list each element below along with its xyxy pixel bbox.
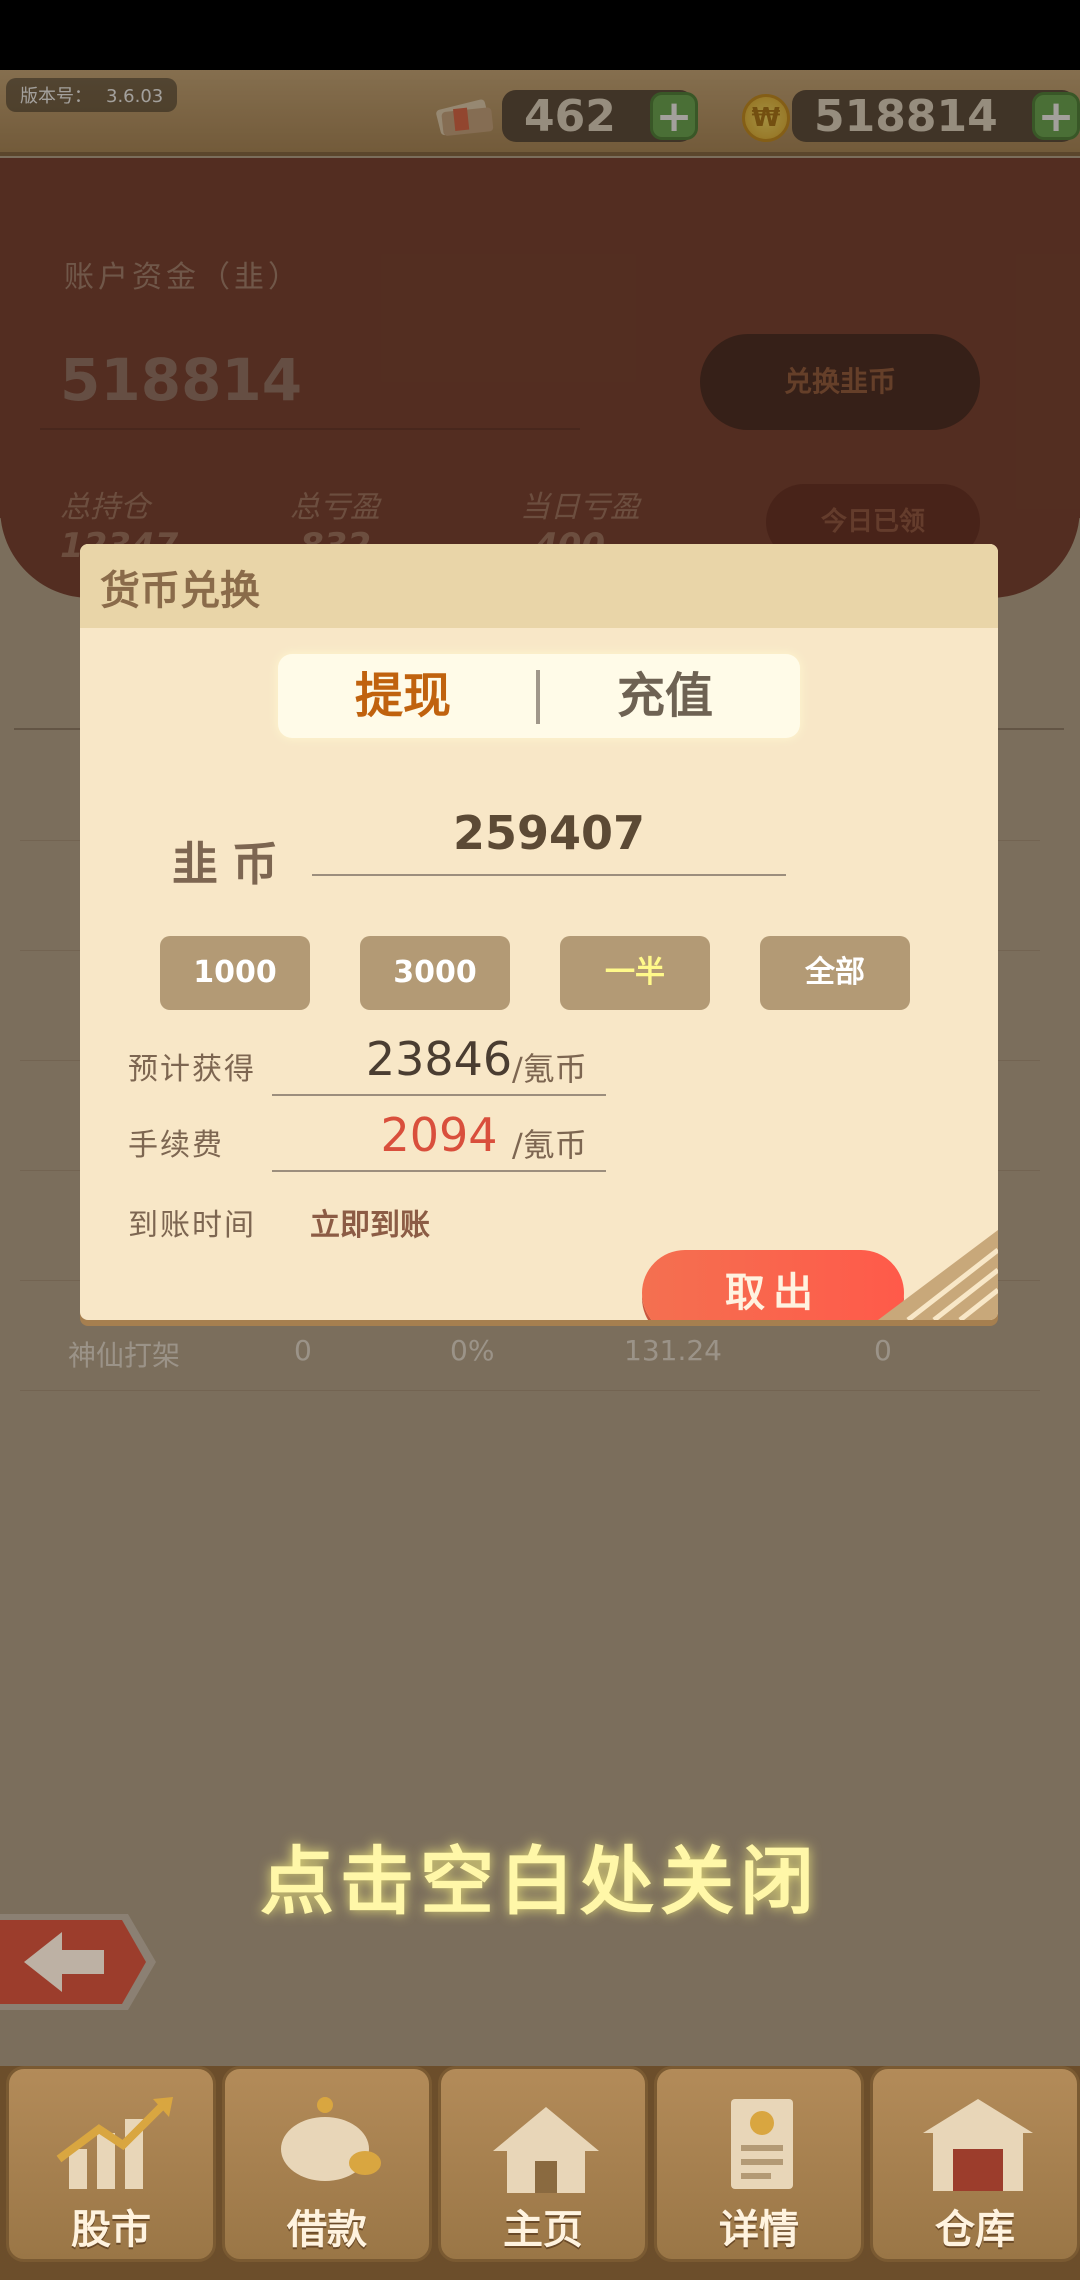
amount-currency-label: 韭币 xyxy=(172,837,292,891)
dialog-header: 货币兑换 xyxy=(80,544,998,628)
nav-details-label: 详情 xyxy=(719,2207,799,2253)
quick-1000-button[interactable]: 1000 xyxy=(160,936,310,1010)
nav-loan[interactable]: 借款 xyxy=(222,2066,432,2262)
amount-underline xyxy=(312,874,786,876)
quick-3000-button[interactable]: 3000 xyxy=(360,936,510,1010)
withdraw-button[interactable]: 取出 xyxy=(642,1250,904,1320)
nav-warehouse[interactable]: 仓库 xyxy=(870,2066,1080,2262)
nav-details[interactable]: 详情 xyxy=(654,2066,864,2262)
expected-unit: /氪币 xyxy=(512,1050,587,1088)
corner-stripes-decoration xyxy=(878,1230,998,1320)
chart-up-icon xyxy=(56,2097,173,2189)
amount-input[interactable]: 259407 xyxy=(312,806,786,860)
arrival-value: 立即到账 xyxy=(310,1208,430,1243)
quick-half-button[interactable]: 一半 xyxy=(560,936,710,1010)
house-icon xyxy=(493,2107,599,2193)
nav-home-label: 主页 xyxy=(503,2207,583,2253)
nav-stock-market-label: 股市 xyxy=(71,2207,151,2253)
profile-card-icon xyxy=(731,2099,793,2189)
tab-recharge[interactable]: 充值 xyxy=(540,654,790,738)
expected-underline xyxy=(272,1094,606,1096)
expected-label: 预计获得 xyxy=(128,1052,256,1087)
warehouse-icon xyxy=(923,2099,1033,2191)
nav-loan-label: 借款 xyxy=(287,2207,367,2253)
fee-label: 手续费 xyxy=(128,1128,224,1163)
tab-withdraw[interactable]: 提现 xyxy=(278,654,528,738)
fee-underline xyxy=(272,1170,606,1172)
fee-unit: /氪币 xyxy=(512,1126,587,1164)
nav-home[interactable]: 主页 xyxy=(438,2066,648,2262)
tap-outside-to-close-hint: 点击空白处关闭 xyxy=(260,1839,820,1925)
dialog-title: 货币兑换 xyxy=(100,568,260,614)
game-screen: 版本号： 3.6.03 462 + ₩ 518814 + 账户资金（韭） 5188… xyxy=(0,70,1080,2280)
nav-stock-market[interactable]: 股市 xyxy=(6,2066,216,2262)
back-arrow-button[interactable] xyxy=(0,1908,160,2016)
exchange-tabs: 提现 充值 xyxy=(278,654,800,738)
currency-exchange-dialog: 货币兑换 提现 充值 韭币 259407 1000 3000 一半 全部 预计获… xyxy=(80,544,998,1320)
nav-warehouse-label: 仓库 xyxy=(935,2207,1015,2253)
piggy-bank-icon xyxy=(281,2097,381,2181)
bottom-navigation: 股市 借款 主页 详情 仓库 xyxy=(0,2066,1080,2280)
arrival-label: 到账时间 xyxy=(128,1208,256,1243)
quick-all-button[interactable]: 全部 xyxy=(760,936,910,1010)
